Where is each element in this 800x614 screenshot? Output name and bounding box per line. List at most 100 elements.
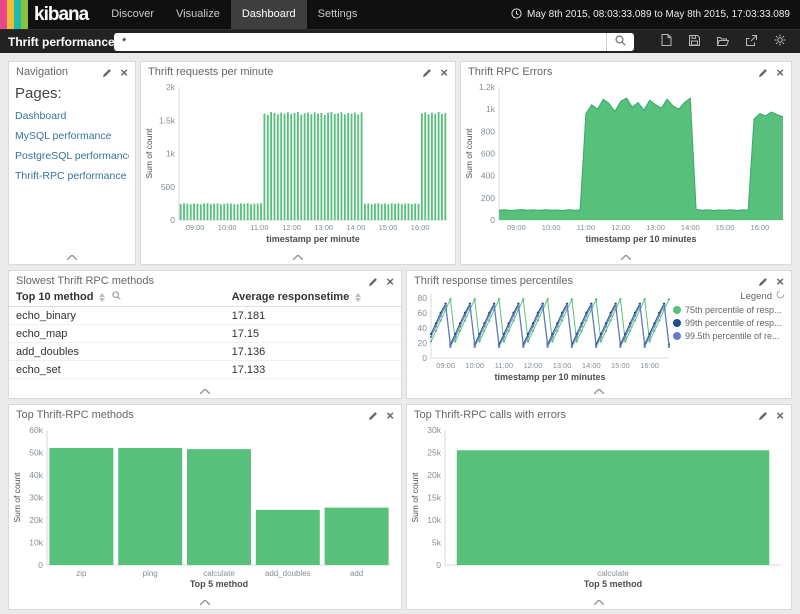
svg-text:15k: 15k [427,493,441,503]
panel-body: 010k20k30k40k50k60kzippingcalculateadd_d… [9,422,401,595]
edit-panel-icon[interactable] [369,277,378,286]
svg-text:11:00: 11:00 [250,223,268,232]
edit-panel-icon[interactable] [759,411,768,420]
nav-link-mysql-performance[interactable]: MySQL performance [15,130,129,142]
logo-stripe [7,0,14,29]
chart-thrift-requests-per-minute[interactable]: 05001k1.5k2k09:0010:0011:0012:0013:0014:… [141,79,455,250]
kibana-logo[interactable]: kibana [0,0,100,29]
close-panel-icon[interactable]: × [120,68,128,77]
svg-text:Sum of count: Sum of count [12,472,22,523]
load-dashboard-button[interactable] [717,34,729,49]
svg-text:timestamp per 10 minutes: timestamp per 10 minutes [585,234,696,244]
close-panel-icon[interactable]: × [776,411,784,420]
svg-text:60: 60 [418,308,428,318]
edit-panel-icon[interactable] [759,277,768,286]
time-range-picker[interactable]: May 8th 2015, 08:03:33.089 to May 8th 20… [511,0,800,29]
panel-body: Top 10 method Average responsetime [9,288,401,384]
collapse-panel-button[interactable] [407,595,791,609]
panel-body: 02040608009:0010:0011:0012:0013:0014:001… [407,288,791,384]
sort-icon[interactable] [355,293,361,302]
svg-text:calculate: calculate [203,569,235,578]
close-panel-icon[interactable]: × [386,411,394,420]
edit-panel-icon[interactable] [423,68,432,77]
collapse-panel-button[interactable] [407,384,791,398]
nav-item-settings[interactable]: Settings [307,0,369,29]
nav-item-visualize[interactable]: Visualize [165,0,231,29]
panel-title: Top Thrift-RPC calls with errors [414,409,759,421]
save-dashboard-button[interactable] [689,34,700,49]
collapse-panel-button[interactable] [461,250,791,264]
share-dashboard-button[interactable] [746,34,757,49]
nav-item-dashboard[interactable]: Dashboard [231,0,307,29]
svg-text:25k: 25k [427,448,441,458]
column-header-responsetime[interactable]: Average responsetime [225,288,401,307]
legend-item[interactable]: 99.5th percentile of re... [673,331,785,341]
panel-body: 05k10k15k20k25k30kcalculateTop 5 methodS… [407,422,791,595]
collapse-panel-button[interactable] [9,595,401,609]
main-nav: Discover Visualize Dashboard Settings [100,0,368,29]
panel-title: Thrift response times percentiles [414,275,759,287]
svg-text:09:00: 09:00 [507,223,526,232]
nav-link-thrift-rpc-performance[interactable]: Thrift-RPC performance [15,170,129,182]
svg-text:10:00: 10:00 [542,223,561,232]
panel-header: Top Thrift-RPC methods × [9,405,401,422]
cell-method: echo_set [9,361,225,379]
legend-title: Legend [740,291,772,302]
dashboard-row: Slowest Thrift RPC methods × Top 10 meth… [8,270,792,399]
svg-text:30k: 30k [29,493,43,503]
collapse-panel-button[interactable] [9,250,135,264]
share-export-icon [746,34,757,49]
chart-top-thrift-rpc-methods[interactable]: 010k20k30k40k50k60kzippingcalculateadd_d… [9,422,401,595]
chart-thrift-rpc-errors[interactable]: 02004006008001k1.2k09:0010:0011:0012:001… [461,79,791,250]
cell-method: add_doubles [9,343,225,361]
chart-top-thrift-rpc-calls-with-errors[interactable]: 05k10k15k20k25k30kcalculateTop 5 methodS… [407,422,791,595]
close-panel-icon[interactable]: × [440,68,448,77]
svg-text:timestamp per minute: timestamp per minute [266,234,360,244]
svg-text:Sum of count: Sum of count [410,472,420,523]
panel-actions: × [423,68,448,77]
panel-actions: × [759,68,784,77]
collapse-panel-button[interactable] [9,384,401,398]
search-button[interactable] [606,33,634,51]
edit-panel-icon[interactable] [759,68,768,77]
panel-thrift-requests-per-minute: Thrift requests per minute × 05001k1.5k2… [140,61,456,265]
svg-text:30k: 30k [427,425,441,435]
column-search-icon[interactable] [112,291,121,303]
svg-text:200: 200 [481,193,495,203]
close-panel-icon[interactable]: × [776,68,784,77]
close-panel-icon[interactable]: × [386,277,394,286]
query-input[interactable] [114,33,606,51]
nav-link-dashboard[interactable]: Dashboard [15,110,129,122]
column-label: Top 10 method [16,291,93,303]
sort-icon[interactable] [99,293,105,302]
table-row: echo_map 17.15 [9,325,401,343]
svg-text:16:00: 16:00 [750,223,769,232]
column-header-method[interactable]: Top 10 method [9,288,225,307]
panel-title: Thrift RPC Errors [468,66,759,78]
panel-title: Slowest Thrift RPC methods [16,275,369,287]
svg-text:0: 0 [490,215,495,225]
legend-item[interactable]: 75th percentile of resp... [673,305,785,315]
svg-text:0: 0 [436,560,441,570]
chart-legend: Legend 75th percentile of resp... 99th p… [673,288,791,384]
edit-panel-icon[interactable] [369,411,378,420]
chart-response-times-percentiles[interactable]: 02040608009:0010:0011:0012:0013:0014:001… [407,288,673,384]
nav-item-discover[interactable]: Discover [100,0,165,29]
brand-text: kibana [28,0,100,29]
options-button[interactable] [774,34,786,49]
collapse-panel-button[interactable] [141,250,455,264]
legend-toggle-icon[interactable] [776,290,785,302]
edit-panel-icon[interactable] [103,68,112,77]
table-header-row: Top 10 method Average responsetime [9,288,401,307]
svg-text:500: 500 [161,182,175,192]
new-dashboard-button[interactable] [661,34,672,49]
close-panel-icon[interactable]: × [776,277,784,286]
svg-text:20k: 20k [427,470,441,480]
legend-header[interactable]: Legend [673,290,785,302]
cell-method: echo_binary [9,307,225,325]
legend-item[interactable]: 99th percentile of resp... [673,318,785,328]
svg-text:1k: 1k [486,104,496,114]
nav-link-postgresql-performance[interactable]: PostgreSQL performance [15,150,129,162]
cell-responsetime: 17.133 [225,361,401,379]
svg-text:5k: 5k [432,538,442,548]
